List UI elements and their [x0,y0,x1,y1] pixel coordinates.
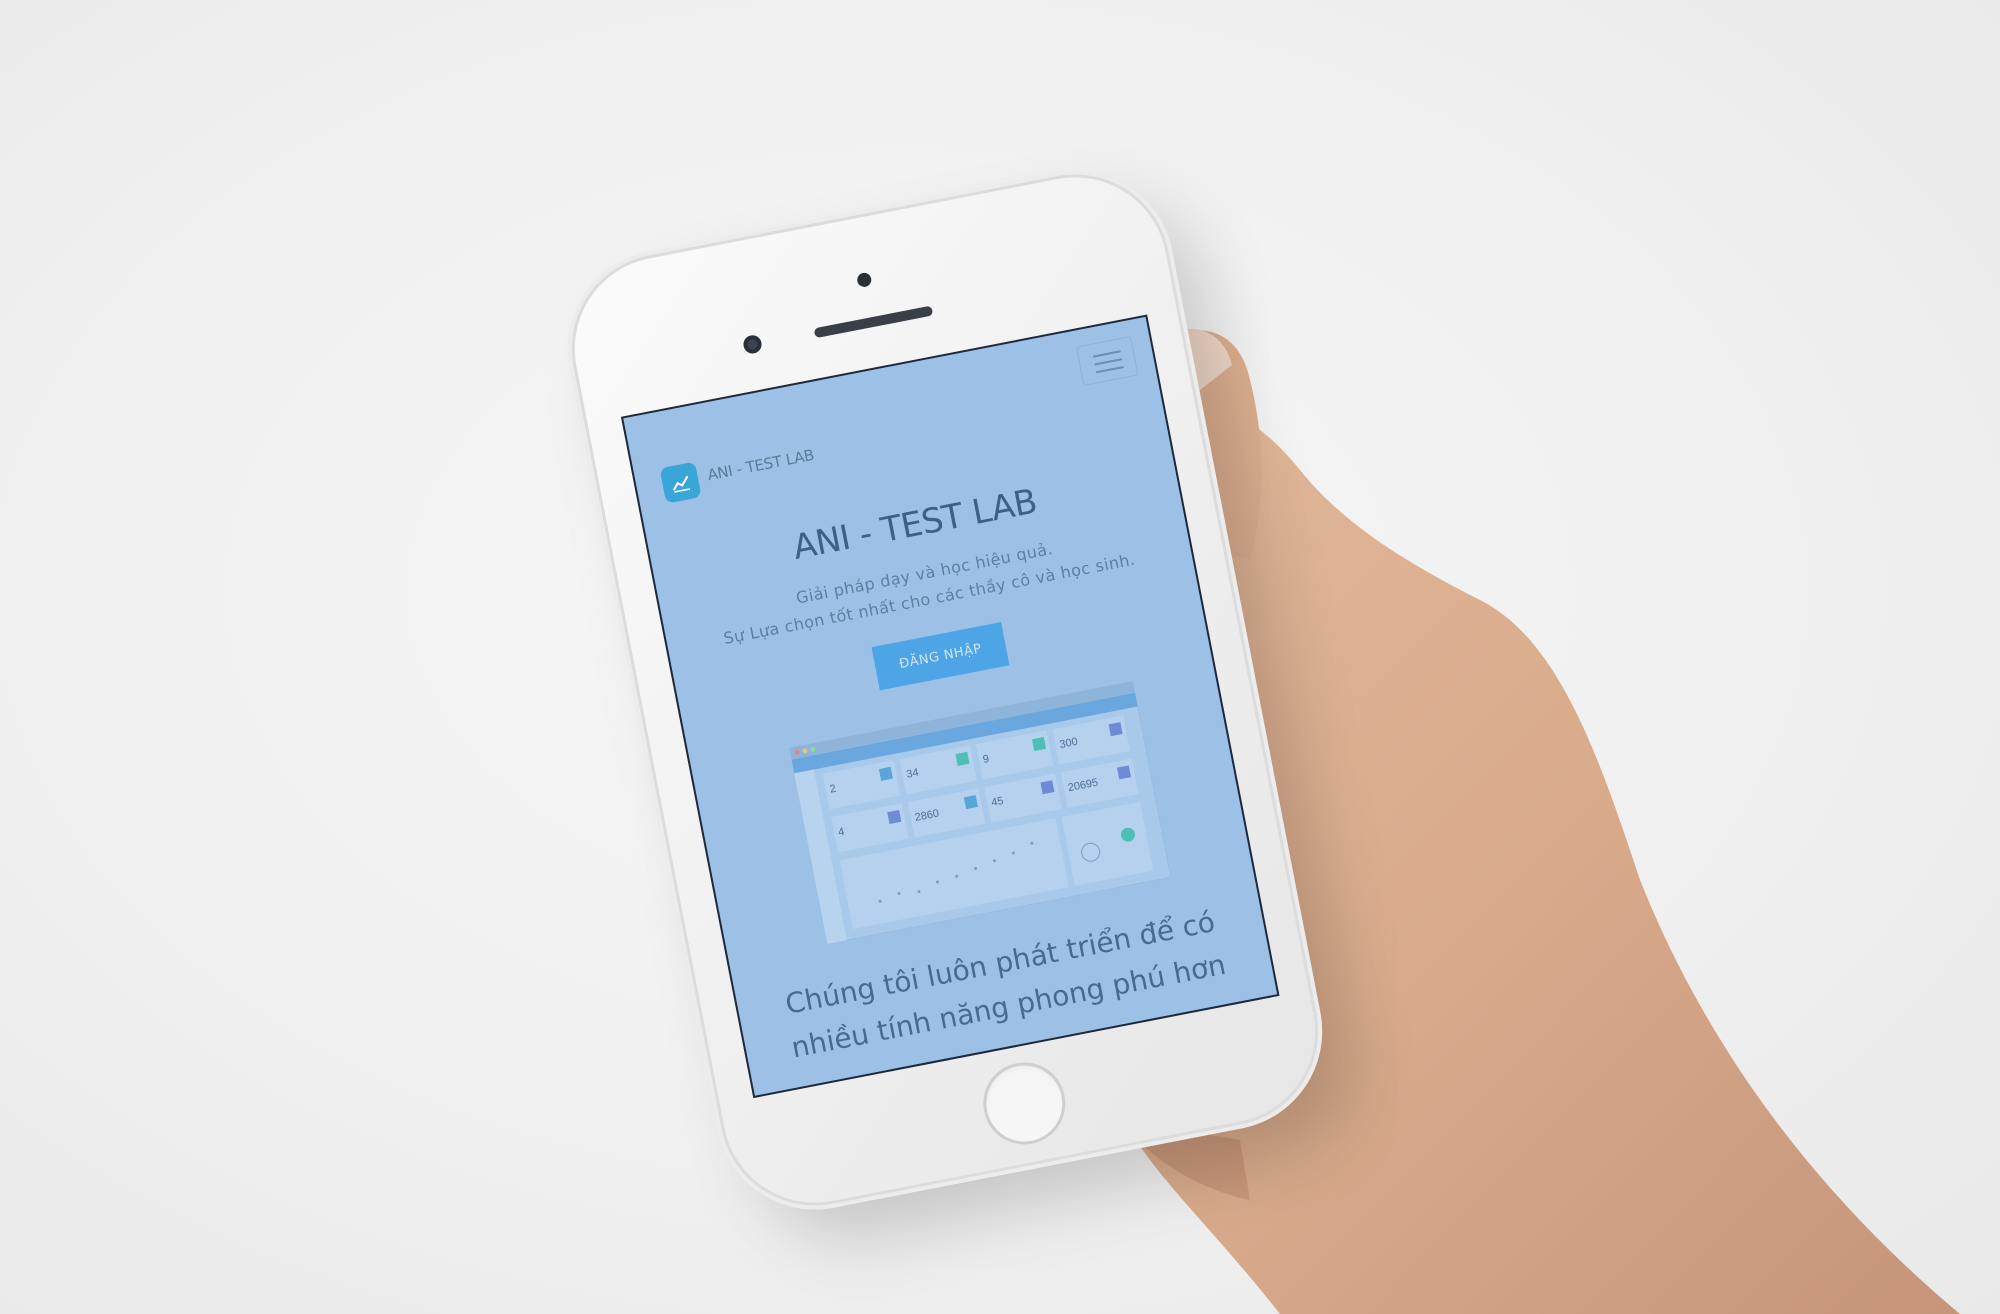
login-button[interactable]: ĐĂNG NHẬP [871,622,1010,691]
product-mockup-scene: ANI - TEST LAB ANI - TEST LAB Giải pháp … [0,0,2000,1314]
hamburger-menu-icon[interactable] [1075,336,1139,386]
dashboard-preview-image: 2 34 9 300 4 2860 45 20695 [789,681,1171,945]
chart-line-icon [672,475,691,493]
brand-name[interactable]: ANI - TEST LAB [706,446,815,484]
stat-value: 45 [990,795,1004,809]
stat-value: 34 [905,767,919,781]
logo-badge[interactable] [659,461,702,504]
